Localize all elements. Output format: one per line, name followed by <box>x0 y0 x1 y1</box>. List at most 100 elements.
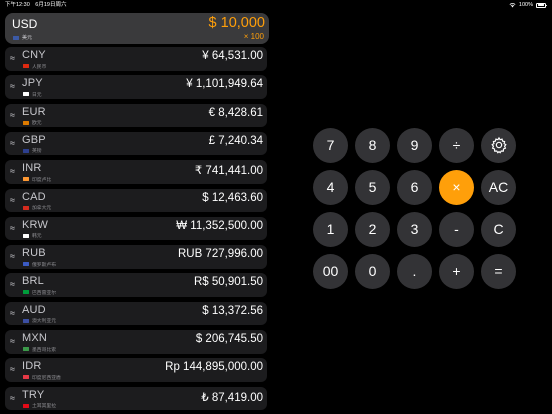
digit-2-key[interactable]: 2 <box>355 212 390 247</box>
currency-subtitle: 澳大利亚元 <box>23 317 56 324</box>
key-label: C <box>493 221 504 237</box>
status-time: 下午12:30 <box>5 2 30 8</box>
currency-row-idr[interactable]: ≈ IDR 印度尼西亚盾 Rp 144,895,000.00 <box>5 358 267 382</box>
digit-5-key[interactable]: 5 <box>355 170 390 205</box>
swap-icon[interactable]: ≈ <box>10 393 15 403</box>
currency-name: 澳大利亚元 <box>32 319 56 325</box>
divide-key[interactable]: ÷ <box>439 128 474 163</box>
currency-row-eur[interactable]: ≈ EUR 欧元 € 8,428.61 <box>5 103 267 128</box>
currency-row-cad[interactable]: ≈ CAD 加拿大元 $ 12,463.60 <box>5 188 267 212</box>
currency-code: CNY <box>22 49 46 61</box>
digit-9-key[interactable]: 9 <box>397 128 432 163</box>
status-indicators: 100% <box>509 0 547 10</box>
currency-row-try[interactable]: ≈ TRY 土耳其里拉 ₺ 87,419.00 <box>5 386 267 411</box>
key-label: 1 <box>326 221 335 237</box>
currency-row-inr[interactable]: ≈ INR 印度卢比 ₹ 741,441.00 <box>5 160 267 184</box>
digit-1-key[interactable]: 1 <box>313 212 348 247</box>
currency-code: RUB <box>22 247 46 260</box>
currency-code: TRY <box>22 388 45 401</box>
currency-subtitle: 印度卢比 <box>23 176 51 183</box>
currency-row-rub[interactable]: ≈ RUB 俄罗斯卢布 RUB 727,996.00 <box>5 245 267 269</box>
equals-key[interactable]: = <box>481 254 516 289</box>
digit-4-key[interactable]: 4 <box>313 170 348 205</box>
flag-icon <box>23 262 29 267</box>
currency-value: ₺ 87,419.00 <box>201 391 263 404</box>
key-label: 5 <box>368 179 377 195</box>
currency-value: ₩ 11,352,500.00 <box>176 219 263 232</box>
currency-name: 韩元 <box>32 234 42 240</box>
key-label: + <box>452 263 461 279</box>
flag-icon <box>23 64 29 68</box>
flag-icon <box>23 233 29 238</box>
multiply-key[interactable]: × <box>439 170 474 205</box>
swap-icon[interactable]: ≈ <box>10 138 15 148</box>
digit-6-key[interactable]: 6 <box>397 170 432 205</box>
currency-value: ₹ 741,441.00 <box>194 165 263 178</box>
all-clear-key[interactable]: AC <box>481 170 516 205</box>
currency-name: 人民币 <box>32 64 47 70</box>
currency-row-gbp[interactable]: ≈ GBP 英镑 £ 7,240.34 <box>5 131 267 156</box>
swap-icon[interactable]: ≈ <box>10 53 15 63</box>
currency-subtitle: 英镑 <box>23 147 42 154</box>
currency-subtitle: 加拿大元 <box>23 204 51 211</box>
key-label: 8 <box>368 137 377 153</box>
key-label: - <box>454 221 459 237</box>
digit-8-key[interactable]: 8 <box>355 128 390 163</box>
currency-name: 欧元 <box>32 121 42 127</box>
currency-name: 加拿大元 <box>32 206 52 211</box>
digit-7-key[interactable]: 7 <box>313 128 348 163</box>
clear-key[interactable]: C <box>481 212 516 247</box>
currency-row-brl[interactable]: ≈ BRL 巴西雷亚尔 R$ 50,901.50 <box>5 273 267 297</box>
flag-icon <box>23 120 29 125</box>
swap-icon[interactable]: ≈ <box>10 251 15 261</box>
currency-code: GBP <box>22 133 46 146</box>
flag-icon <box>23 403 29 408</box>
currency-value: £ 7,240.34 <box>208 134 263 147</box>
currency-subtitle: 墨西哥比索 <box>23 346 56 353</box>
double-zero-key[interactable]: 00 <box>313 254 348 289</box>
key-label: 9 <box>410 137 419 153</box>
currency-row-aud[interactable]: ≈ AUD 澳大利亚元 $ 13,372.56 <box>5 301 267 326</box>
plus-key[interactable]: + <box>439 254 474 289</box>
flag-icon <box>23 177 29 182</box>
currency-subtitle: 日元 <box>23 91 42 98</box>
currency-row-jpy[interactable]: ≈ JPY 日元 ¥ 1,101,949.64 <box>5 75 267 99</box>
flag-icon <box>23 347 29 351</box>
swap-icon[interactable]: ≈ <box>10 195 15 205</box>
status-time-date: 下午12:30 6月19日周六 <box>5 0 66 10</box>
key-label: = <box>494 263 503 279</box>
swap-icon[interactable]: ≈ <box>10 166 15 176</box>
digit-0-key[interactable]: 0 <box>355 254 390 289</box>
decimal-key[interactable]: . <box>397 254 432 289</box>
status-date: 6月19日周六 <box>35 2 67 8</box>
minus-key[interactable]: - <box>439 212 474 247</box>
swap-icon[interactable]: ≈ <box>10 336 15 346</box>
currency-value: ¥ 64,531.00 <box>202 50 263 62</box>
swap-icon[interactable]: ≈ <box>10 364 15 374</box>
swap-icon[interactable]: ≈ <box>10 223 15 233</box>
currency-code: EUR <box>22 105 46 118</box>
swap-icon[interactable]: ≈ <box>10 308 15 318</box>
base-currency-code: USD <box>12 17 38 31</box>
currency-subtitle: 印度尼西亚盾 <box>23 374 61 381</box>
currency-code: AUD <box>22 303 46 316</box>
base-multiplier: × 100 <box>243 32 264 41</box>
digit-3-key[interactable]: 3 <box>397 212 432 247</box>
currency-row-mxn[interactable]: ≈ MXN 墨西哥比索 $ 206,745.50 <box>5 330 267 354</box>
currency-name: 土耳其里拉 <box>32 404 56 410</box>
currency-name: 英镑 <box>32 149 42 155</box>
currency-row-krw[interactable]: ≈ KRW 韩元 ₩ 11,352,500.00 <box>5 216 267 241</box>
base-currency-card[interactable]: USD $ 10,000 美元 × 100 <box>5 13 269 44</box>
swap-icon[interactable]: ≈ <box>10 110 15 120</box>
currency-row-cny[interactable]: ≈ CNY 人民币 ¥ 64,531.00 <box>5 47 267 71</box>
battery-icon <box>536 2 547 8</box>
flag-icon <box>23 205 29 210</box>
currency-name: 墨西哥比索 <box>32 347 56 353</box>
swap-icon[interactable]: ≈ <box>10 279 15 289</box>
base-amount: $ 10,000 <box>208 15 265 31</box>
flag-icon <box>23 290 29 295</box>
currency-subtitle: 土耳其里拉 <box>23 402 56 409</box>
currency-name: 印度卢比 <box>32 177 52 183</box>
settings-button[interactable] <box>481 128 516 163</box>
swap-icon[interactable]: ≈ <box>10 81 15 91</box>
